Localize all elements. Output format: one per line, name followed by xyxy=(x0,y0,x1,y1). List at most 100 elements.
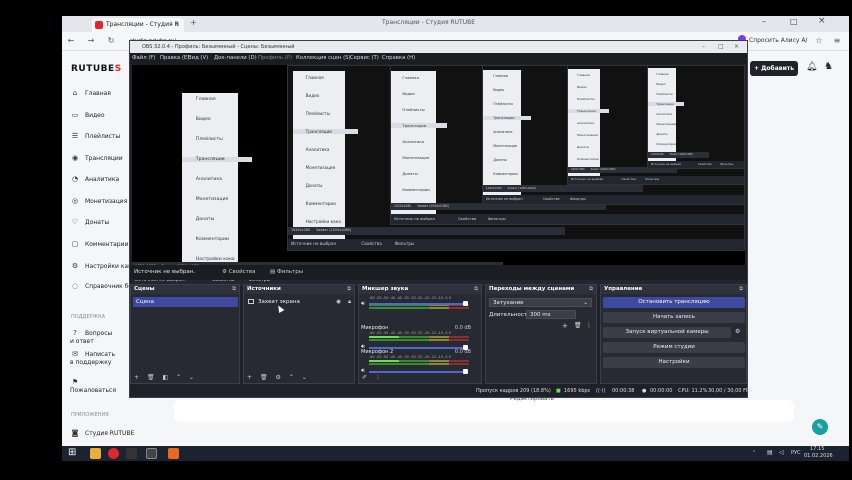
menu-item[interactable]: Справка (H) xyxy=(382,53,415,64)
nested-menu-item: Трансляции xyxy=(391,123,448,128)
move-down-icon[interactable]: ⌄ xyxy=(189,374,194,381)
menu-item[interactable]: Правка (E) xyxy=(160,53,189,64)
forward-icon[interactable]: → xyxy=(86,36,96,46)
menu-item[interactable]: Вид (V) xyxy=(188,53,208,64)
volume-meter xyxy=(369,363,469,365)
maximize-icon[interactable]: □ xyxy=(790,17,798,26)
filters-button[interactable]: ▤ Фильтры xyxy=(270,269,303,275)
transition-select[interactable]: Затухание ⌄ xyxy=(489,298,592,307)
clock-time[interactable]: 17:15 xyxy=(810,446,824,453)
yandex-browser-icon[interactable] xyxy=(108,448,119,459)
filter-scene-icon[interactable]: ◧ xyxy=(163,374,169,381)
move-down-icon[interactable]: ⌄ xyxy=(302,374,307,381)
sidebar-item-video[interactable]: ▭ Видео xyxy=(70,108,105,122)
taskbar-app-icon[interactable] xyxy=(126,448,137,459)
transition-menu-icon[interactable]: ⋮ xyxy=(586,322,592,329)
obs-minimize-icon[interactable]: – xyxy=(702,41,705,53)
menu-icon[interactable]: ≡ xyxy=(832,36,842,46)
duration-input[interactable]: 300 ms xyxy=(526,310,576,319)
visibility-eye-icon[interactable]: ◉ xyxy=(336,297,341,307)
add-button[interactable]: + Добавить xyxy=(750,61,798,76)
obs-close-icon[interactable]: × xyxy=(734,41,739,53)
bookmark-icon[interactable]: ☆ xyxy=(814,36,824,46)
obs-taskbar-icon[interactable] xyxy=(146,448,157,459)
move-up-icon[interactable]: ⌃ xyxy=(289,374,294,381)
volume-slider-knob[interactable] xyxy=(463,301,468,306)
nested-filters: Фильтры xyxy=(645,177,660,182)
source-settings-icon[interactable]: ⚙ xyxy=(276,374,281,381)
sidebar-item-comments[interactable]: ▢ Комментарии xyxy=(70,237,129,251)
sidebar-item-analytics[interactable]: ◔ Аналитика xyxy=(70,172,119,186)
obs-maximize-icon[interactable]: □ xyxy=(718,41,724,53)
sidebar-item-help-book[interactable]: ◌ Справочник бое xyxy=(70,279,136,293)
move-up-icon[interactable]: ⌃ xyxy=(176,374,181,381)
sidebar-item-home[interactable]: ⌂ Главная xyxy=(70,86,111,100)
nested-menu-item: Аналитика xyxy=(195,177,222,182)
sidebar-item-donate[interactable]: ♡ Донаты xyxy=(70,215,109,229)
windows-start-icon[interactable]: ⊞ xyxy=(68,447,76,458)
add-scene-icon[interactable]: + xyxy=(134,374,139,381)
control-button[interactable]: Остановить трансляцию xyxy=(603,297,745,308)
sidebar-item-settings[interactable]: ⚙ Настройки кана xyxy=(70,259,136,273)
source-item[interactable]: Захват экрана ◉ 🔒︎ xyxy=(246,297,353,307)
undock-icon[interactable]: ⧉ xyxy=(347,285,351,294)
add-source-icon[interactable]: + xyxy=(247,374,252,381)
mixer-menu-icon[interactable]: ⋮ xyxy=(375,374,381,381)
control-button[interactable]: Запуск виртуальной камеры xyxy=(603,327,731,338)
obs-preview[interactable]: Главная Видео Плейлисты Трансляции Аналитика… xyxy=(132,65,745,287)
stream-icon: ((·)) xyxy=(596,388,606,394)
control-button[interactable]: Режим студии xyxy=(603,342,745,353)
browser-tab[interactable]: Трансляции - Студия R × xyxy=(92,18,184,32)
sidebar-item-broadcast[interactable]: ◉ Трансляции xyxy=(70,151,123,165)
remove-scene-icon[interactable]: 🗑︎ xyxy=(147,374,155,381)
support-item-mail[interactable]: ✉ Написать в поддержку xyxy=(70,350,116,368)
notification-bell-icon[interactable]: 🔔︎ xyxy=(806,62,817,72)
network-icon[interactable]: ▤ xyxy=(767,449,773,456)
minimize-icon[interactable]: – xyxy=(762,17,766,26)
add-transition-icon[interactable]: + xyxy=(562,322,568,330)
menu-item[interactable]: Файл (F) xyxy=(132,53,156,64)
tray-arrow-icon[interactable]: ⌃ xyxy=(752,450,756,456)
control-button[interactable]: Настройки xyxy=(603,357,745,368)
close-window-icon[interactable]: × xyxy=(818,16,826,26)
mixer-settings-icon[interactable]: ✐ xyxy=(362,374,367,381)
virtual-camera-settings-icon[interactable]: ⚙ xyxy=(735,328,740,335)
support-item-question[interactable]: ? Вопросы и ответ xyxy=(70,329,116,347)
undock-icon[interactable]: ⧉ xyxy=(739,285,743,294)
sidebar-item-monetization[interactable]: ◎ Монетизация xyxy=(70,194,127,208)
alisa-button[interactable]: Спросить Алису А/ xyxy=(738,35,807,47)
language-indicator[interactable]: РУС xyxy=(791,450,801,456)
undock-icon[interactable]: ⧉ xyxy=(232,285,236,294)
remove-transition-icon[interactable]: 🗑︎ xyxy=(574,322,582,329)
avatar[interactable]: ♞ xyxy=(824,61,833,72)
file-explorer-icon[interactable] xyxy=(90,448,101,459)
app-item-studio[interactable]: ◙ Студия RUTUBE xyxy=(70,426,135,440)
sidebar-item-playlist[interactable]: ☰ Плейлисты xyxy=(70,129,120,143)
new-tab-icon[interactable]: + xyxy=(190,18,197,27)
rutube-logo[interactable]: RUTUBES xyxy=(71,64,122,74)
taskbar-app2-icon[interactable] xyxy=(168,448,179,459)
reload-icon[interactable]: ↻ xyxy=(106,36,116,46)
volume-slider[interactable] xyxy=(369,303,467,305)
nested-properties: Свойства xyxy=(361,241,382,247)
volume-icon[interactable]: ◁ xyxy=(779,449,784,456)
menu-item[interactable]: Сервис (T) xyxy=(350,53,379,64)
menu-item[interactable]: Профиль (P) xyxy=(258,53,292,64)
properties-button[interactable]: ⚙ Свойства xyxy=(222,269,256,275)
undock-icon[interactable]: ⧉ xyxy=(589,285,593,294)
menu-item[interactable]: Коллекция сцен (S) xyxy=(296,53,351,64)
control-button[interactable]: Начать запись xyxy=(603,312,745,323)
lock-icon[interactable]: 🔒︎ xyxy=(348,297,351,307)
close-tab-icon[interactable]: × xyxy=(175,18,180,32)
support-item-report[interactable]: ⚑Пожаловаться xyxy=(70,378,116,396)
menu-item[interactable]: Док-панели (D) xyxy=(214,53,257,64)
clock-date[interactable]: 01.02.2026 xyxy=(804,453,833,460)
nested-menu-item: Видео xyxy=(195,117,211,122)
scene-item[interactable]: Сцена xyxy=(133,297,238,307)
undock-icon[interactable]: ⧉ xyxy=(474,285,478,294)
back-icon[interactable]: ← xyxy=(66,36,76,46)
remove-source-icon[interactable]: 🗑︎ xyxy=(260,374,268,381)
chat-help-icon[interactable]: ✎ xyxy=(812,419,828,435)
comments-icon: ▢ xyxy=(71,240,79,248)
speaker-icon[interactable]: 🔊︎ xyxy=(361,300,365,308)
